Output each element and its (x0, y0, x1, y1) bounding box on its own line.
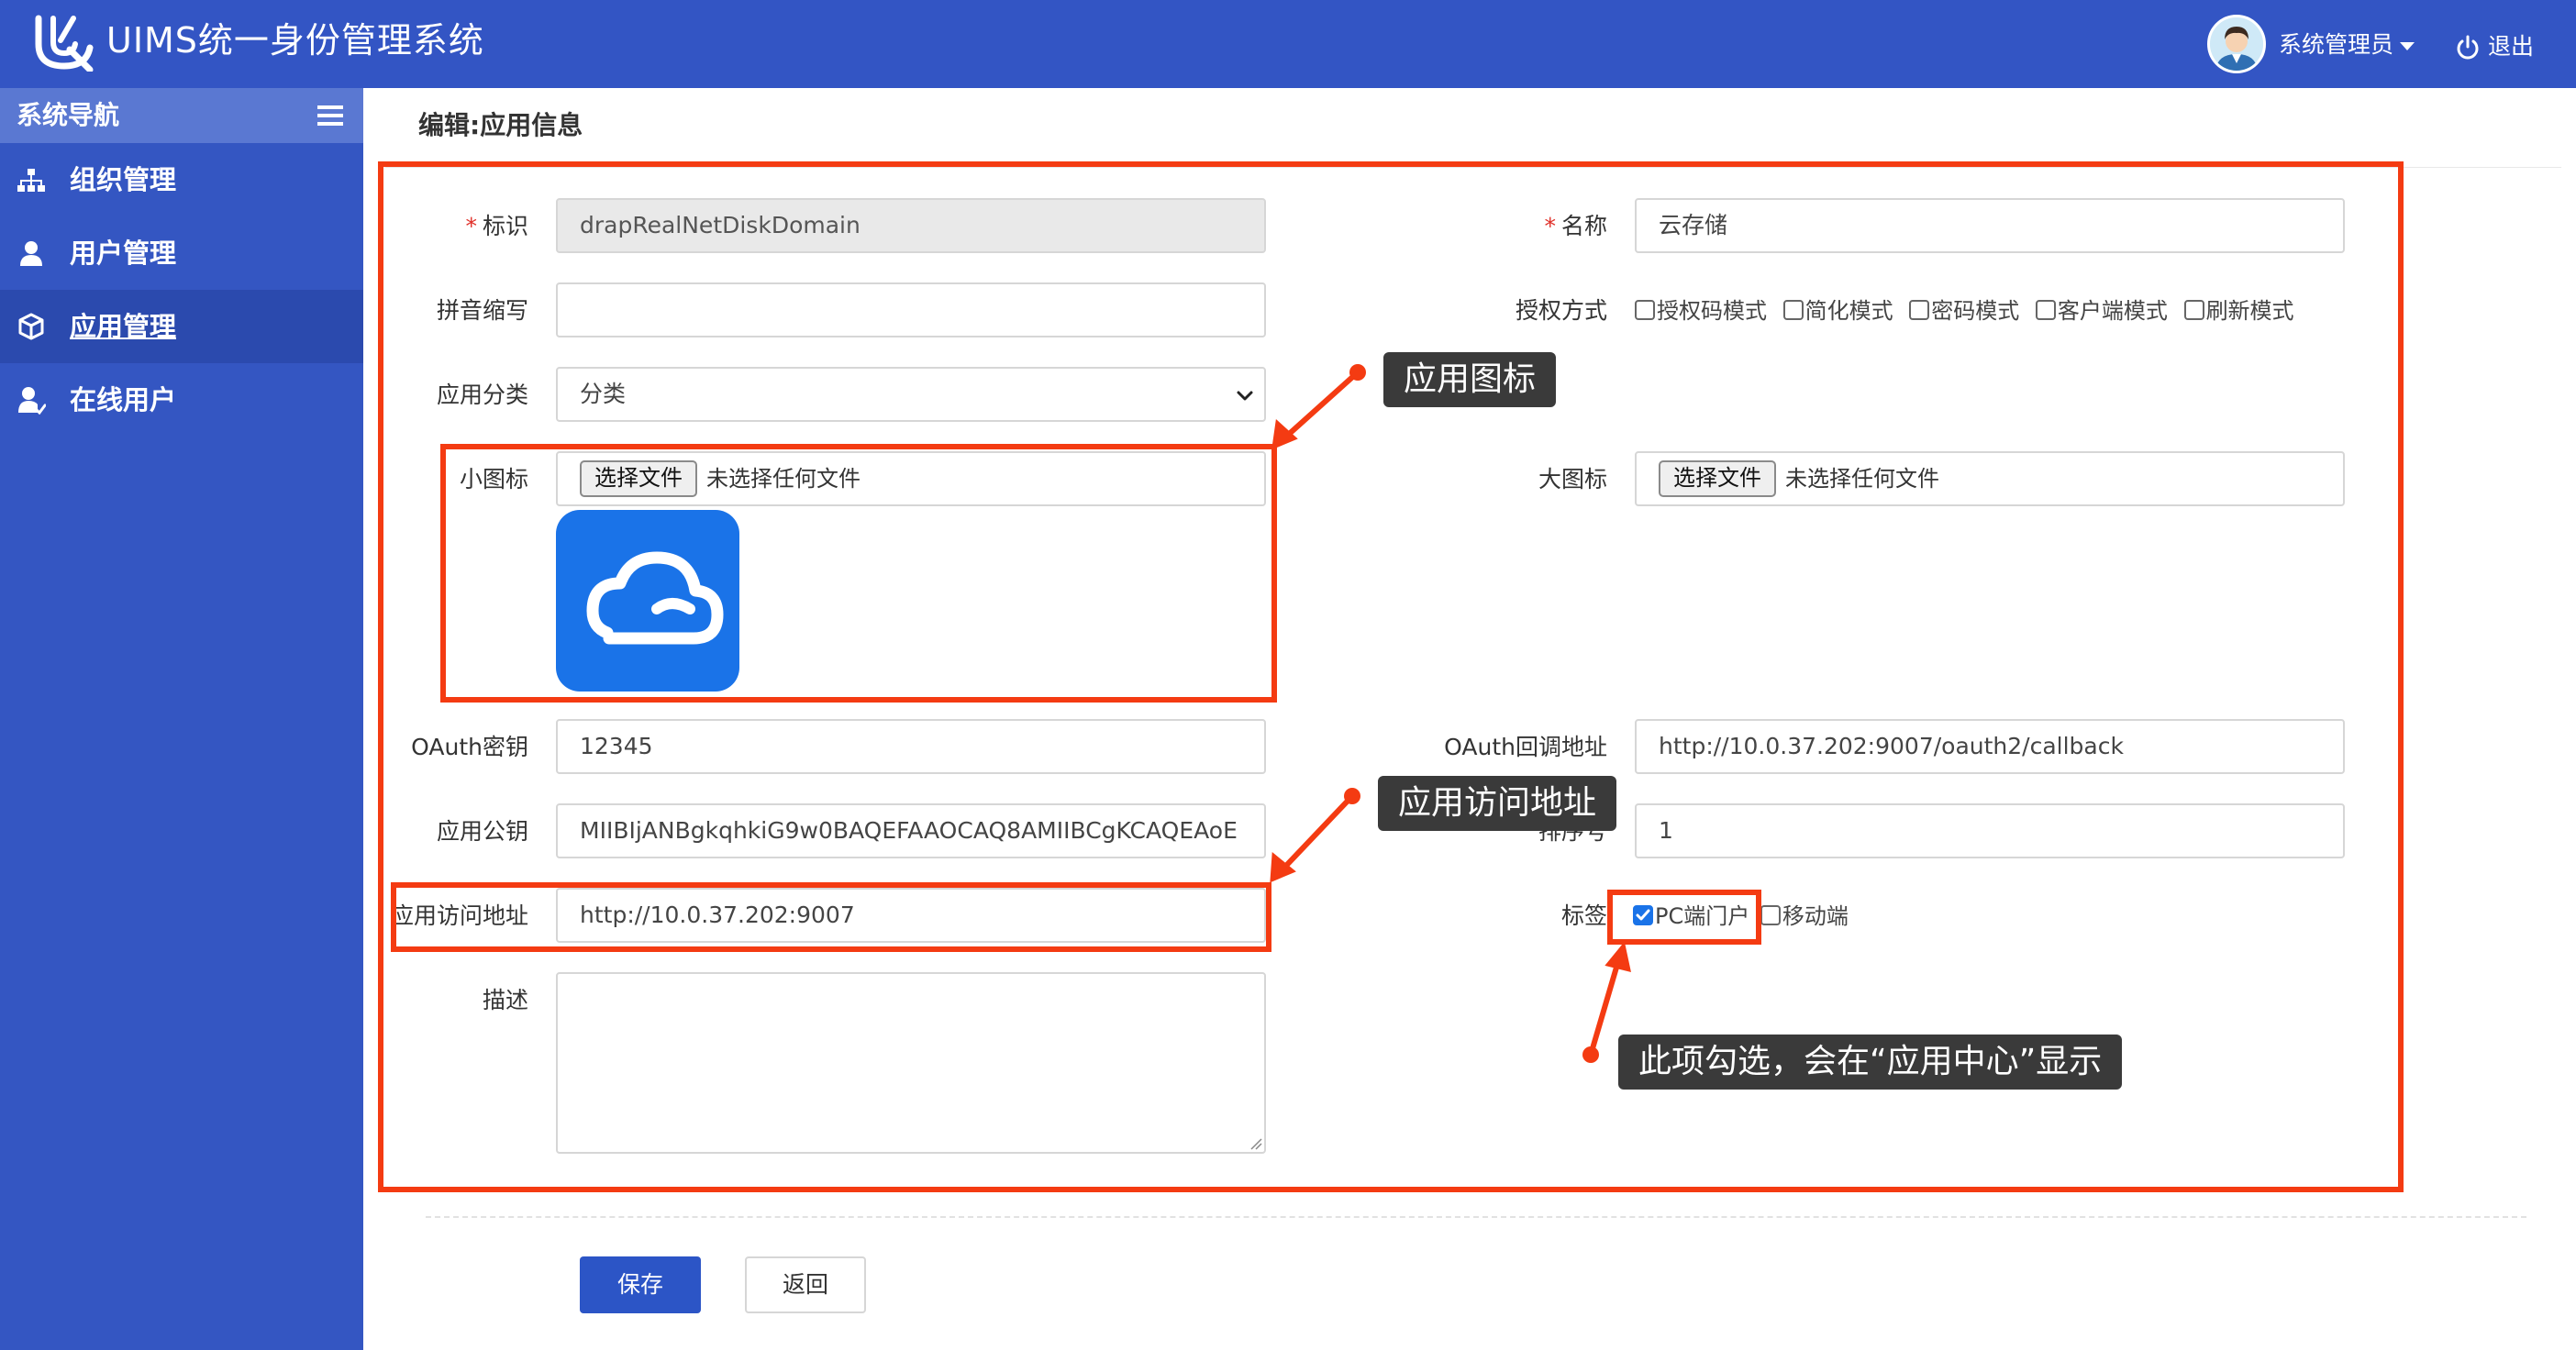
access-url-highlight-box (391, 882, 1271, 952)
sidebar-item-apps[interactable]: 应用管理 (0, 290, 363, 363)
footer-divider (426, 1216, 2526, 1218)
app-icon-callout: 应用图标 (1383, 352, 1557, 407)
top-bar: UIMS统一身份管理系统 系统管理员 退出 (0, 0, 2576, 88)
small-icon-highlight-box (440, 444, 1277, 703)
logo-mark-icon (35, 15, 94, 72)
caret-down-icon[interactable] (2400, 42, 2415, 50)
app-title: UIMS统一身份管理系统 (106, 20, 484, 61)
access-url-callout: 应用访问地址 (1378, 776, 1617, 831)
sidebar-item-online-users[interactable]: 在线用户 (0, 363, 363, 437)
org-tree-icon (17, 169, 45, 192)
cube-icon (18, 313, 44, 340)
page-title: 编辑:应用信息 (418, 110, 583, 140)
sidebar-item-users[interactable]: 用户管理 (0, 216, 363, 290)
save-button[interactable]: 保存 (580, 1256, 701, 1313)
logout-button[interactable]: 退出 (2488, 31, 2534, 62)
online-user-icon (18, 387, 46, 415)
hamburger-menu-icon[interactable] (317, 105, 343, 127)
sidebar-item-label: 在线用户 (70, 384, 177, 415)
sidebar-item-label: 用户管理 (70, 238, 177, 269)
sidebar-title: 系统导航 (17, 100, 120, 130)
user-name[interactable]: 系统管理员 (2279, 29, 2393, 61)
user-icon (20, 241, 42, 266)
avatar[interactable] (2207, 15, 2266, 73)
sidebar-item-label: 组织管理 (70, 164, 177, 195)
sidebar-header: 系统导航 (0, 88, 363, 143)
power-icon[interactable] (2455, 35, 2481, 61)
tag-highlight-box (1607, 890, 1761, 945)
avatar-face-icon (2210, 17, 2263, 71)
tag-callout: 此项勾选，会在“应用中心”显示 (1618, 1035, 2123, 1090)
sidebar-item-org[interactable]: 组织管理 (0, 143, 363, 216)
back-button[interactable]: 返回 (745, 1256, 866, 1313)
sidebar: 系统导航 组织管理 用户管理 应用管理 在线用户 (0, 88, 363, 1350)
sidebar-item-label: 应用管理 (70, 311, 177, 342)
